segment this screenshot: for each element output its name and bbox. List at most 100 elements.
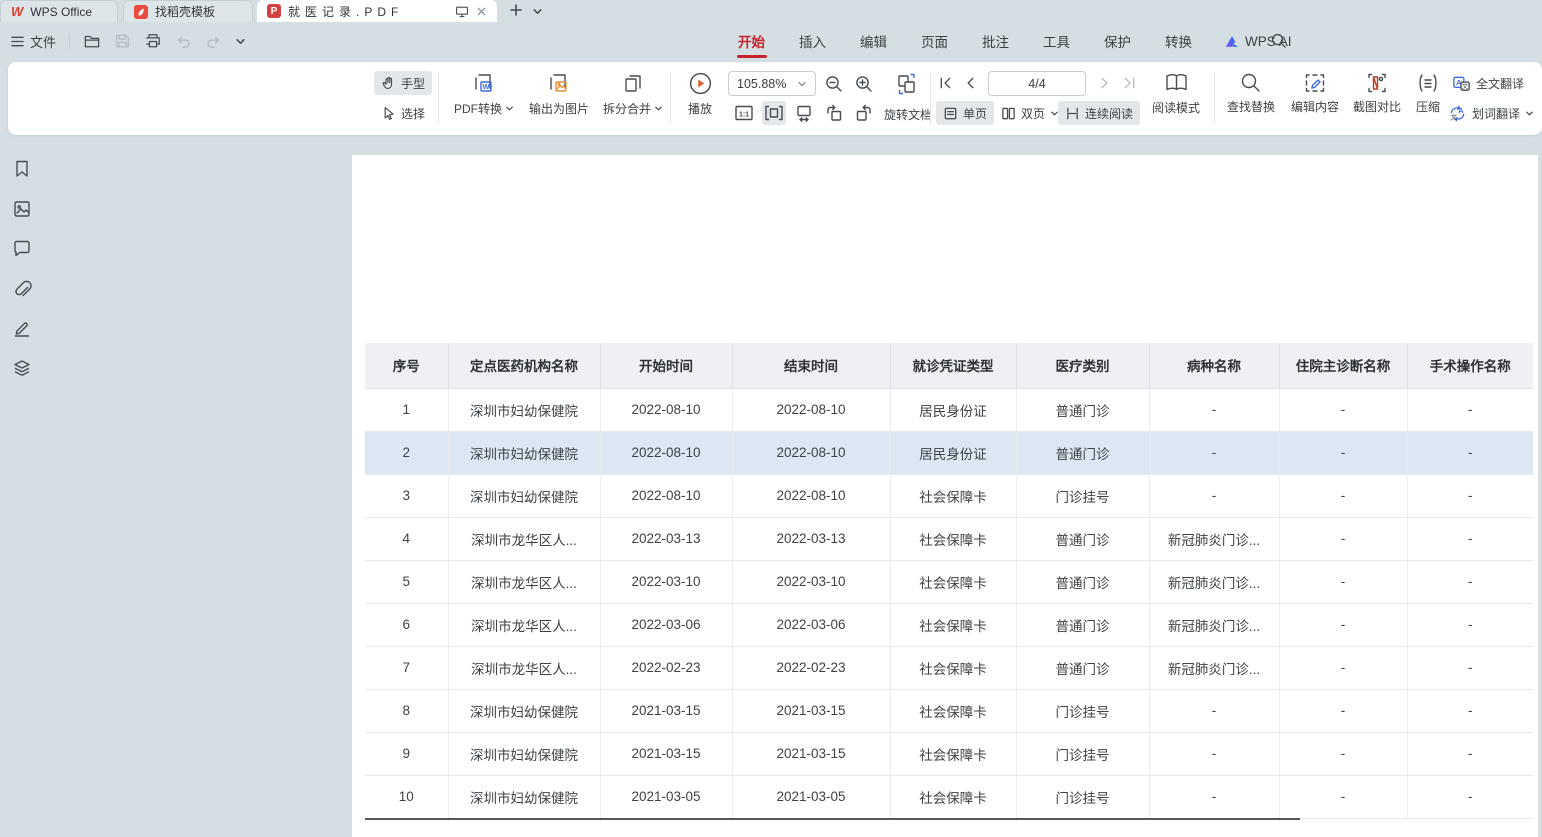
tab-docer-templates[interactable]: 找稻壳模板 bbox=[123, 0, 253, 22]
fit-width-button[interactable] bbox=[762, 101, 786, 125]
menu-tab-protect[interactable]: 保护 bbox=[1102, 22, 1133, 60]
actual-size-button[interactable]: 1:1 bbox=[732, 101, 756, 125]
zoom-in-icon[interactable] bbox=[854, 74, 874, 94]
word-translate-label: 划词翻译 bbox=[1472, 105, 1520, 122]
redo-icon[interactable] bbox=[205, 34, 222, 49]
zoom-out-icon[interactable] bbox=[824, 74, 844, 94]
table-cell: 2022-08-10 bbox=[732, 388, 890, 431]
table-cell: - bbox=[1149, 689, 1279, 732]
menu-search-icon[interactable] bbox=[1270, 32, 1287, 49]
full-text-translate-button[interactable]: A文 全文翻译 bbox=[1452, 74, 1524, 93]
continuous-reading-button[interactable]: 连续阅读 bbox=[1058, 101, 1140, 125]
hand-tool-label: 手型 bbox=[401, 75, 425, 92]
window-tab-bar: W WPS Office 找稻壳模板 P 就医记录.PDF bbox=[0, 0, 1542, 22]
monitor-icon[interactable] bbox=[455, 5, 469, 18]
menu-tab-convert[interactable]: 转换 bbox=[1163, 22, 1194, 60]
compress-button[interactable]: 压缩 bbox=[1408, 71, 1448, 115]
bookmark-icon[interactable] bbox=[12, 159, 32, 179]
column-header: 结束时间 bbox=[732, 343, 890, 388]
thumbnail-icon[interactable] bbox=[12, 199, 32, 219]
table-cell: - bbox=[1407, 732, 1533, 775]
table-cell: - bbox=[1279, 388, 1407, 431]
pdf-page[interactable]: 序号定点医药机构名称开始时间结束时间就诊凭证类型医疗类别病种名称住院主诊断名称手… bbox=[352, 155, 1538, 837]
screenshot-compare-label: 截图对比 bbox=[1353, 98, 1401, 115]
rotate-document-label[interactable]: 旋转文档 bbox=[884, 106, 932, 123]
hand-icon bbox=[381, 75, 396, 91]
select-tool-button[interactable]: 选择 bbox=[374, 101, 432, 125]
tab-medical-record-pdf[interactable]: P 就医记录.PDF bbox=[257, 0, 497, 22]
table-cell: 门诊挂号 bbox=[1016, 474, 1149, 517]
layers-icon[interactable] bbox=[12, 358, 32, 378]
reading-mode-button[interactable]: 阅读模式 bbox=[1144, 70, 1208, 116]
table-cell: 2021-03-05 bbox=[600, 775, 732, 818]
word-translate-button[interactable]: A文 划词翻译 bbox=[1448, 104, 1534, 123]
table-cell: 新冠肺炎门诊... bbox=[1149, 560, 1279, 603]
last-page-icon[interactable] bbox=[1122, 76, 1137, 90]
attachment-icon[interactable] bbox=[12, 279, 32, 299]
open-file-icon[interactable] bbox=[83, 33, 101, 49]
previous-page-icon[interactable] bbox=[964, 76, 977, 90]
rotate-right-button[interactable] bbox=[852, 101, 876, 125]
export-image-button[interactable]: 输出为图片 bbox=[520, 71, 598, 117]
file-menu-button[interactable]: 文件 bbox=[10, 32, 56, 51]
menu-tab-insert[interactable]: 插入 bbox=[797, 22, 828, 60]
menu-tab-page[interactable]: 页面 bbox=[919, 22, 950, 60]
more-actions-chevron-icon[interactable] bbox=[235, 36, 246, 47]
hand-tool-button[interactable]: 手型 bbox=[374, 71, 432, 95]
table-cell: 社会保障卡 bbox=[890, 603, 1016, 646]
menu-bar: 文件 开始 插入 编辑 页面 批注 工具 保护 转换 bbox=[0, 22, 1542, 60]
tab-wps-office[interactable]: W WPS Office bbox=[0, 0, 118, 22]
pdf-convert-button[interactable]: W PDF转换 bbox=[446, 71, 522, 117]
table-cell: - bbox=[1149, 431, 1279, 474]
save-icon[interactable] bbox=[114, 33, 131, 49]
one-to-one-icon: 1:1 bbox=[734, 104, 754, 122]
play-label: 播放 bbox=[688, 100, 712, 117]
replace-pages-icon[interactable] bbox=[894, 71, 920, 97]
menu-tab-comment[interactable]: 批注 bbox=[980, 22, 1011, 60]
table-cell: - bbox=[1407, 431, 1533, 474]
pdf-convert-label: PDF转换 bbox=[454, 100, 502, 117]
menu-tab-edit[interactable]: 编辑 bbox=[858, 22, 889, 60]
close-tab-icon[interactable] bbox=[476, 6, 487, 17]
table-cell: 6 bbox=[365, 603, 448, 646]
split-merge-label: 拆分合并 bbox=[603, 100, 651, 117]
first-page-icon[interactable] bbox=[938, 76, 953, 90]
double-page-button[interactable]: 双页 bbox=[994, 101, 1066, 125]
single-page-button[interactable]: 单页 bbox=[936, 101, 994, 125]
table-cell: 深圳市龙华区人... bbox=[448, 646, 600, 689]
table-cell: 2022-03-06 bbox=[732, 603, 890, 646]
page-number-input[interactable]: 4/4 bbox=[988, 71, 1086, 96]
tab-list-chevron-icon[interactable] bbox=[532, 6, 543, 17]
menu-tab-tools[interactable]: 工具 bbox=[1041, 22, 1072, 60]
print-icon[interactable] bbox=[144, 33, 162, 49]
find-replace-button[interactable]: 查找替换 bbox=[1220, 71, 1282, 115]
export-image-label: 输出为图片 bbox=[529, 100, 589, 117]
table-cell: 新冠肺炎门诊... bbox=[1149, 603, 1279, 646]
undo-icon[interactable] bbox=[175, 34, 192, 49]
compress-icon bbox=[1416, 71, 1440, 95]
table-cell: 2022-08-10 bbox=[732, 474, 890, 517]
table-row: 7深圳市龙华区人...2022-02-232022-02-23社会保障卡普通门诊… bbox=[365, 646, 1533, 689]
signature-icon[interactable] bbox=[12, 318, 32, 338]
table-cell: 普通门诊 bbox=[1016, 388, 1149, 431]
fit-page-button[interactable] bbox=[792, 101, 816, 125]
play-button[interactable]: 播放 bbox=[676, 70, 724, 117]
screenshot-compare-button[interactable]: 截图对比 bbox=[1346, 71, 1408, 115]
table-cell: 新冠肺炎门诊... bbox=[1149, 646, 1279, 689]
table-cell: 2 bbox=[365, 431, 448, 474]
table-row: 9深圳市妇幼保健院2021-03-152021-03-15社会保障卡门诊挂号--… bbox=[365, 732, 1533, 775]
word-translate-icon: A文 bbox=[1448, 104, 1467, 123]
edit-content-button[interactable]: 编辑内容 bbox=[1284, 71, 1346, 115]
new-tab-icon[interactable] bbox=[508, 2, 524, 18]
fit-width-icon bbox=[764, 104, 784, 122]
comment-icon[interactable] bbox=[12, 239, 32, 258]
rotate-left-button[interactable] bbox=[822, 101, 846, 125]
split-merge-button[interactable]: 拆分合并 bbox=[596, 71, 670, 117]
table-cell: 深圳市妇幼保健院 bbox=[448, 431, 600, 474]
table-cell: 普通门诊 bbox=[1016, 517, 1149, 560]
zoom-level-select[interactable]: 105.88% bbox=[728, 71, 816, 96]
menu-tab-home[interactable]: 开始 bbox=[736, 22, 767, 60]
table-cell: 门诊挂号 bbox=[1016, 775, 1149, 818]
table-cell: 2022-08-10 bbox=[600, 474, 732, 517]
next-page-icon[interactable] bbox=[1098, 76, 1111, 90]
